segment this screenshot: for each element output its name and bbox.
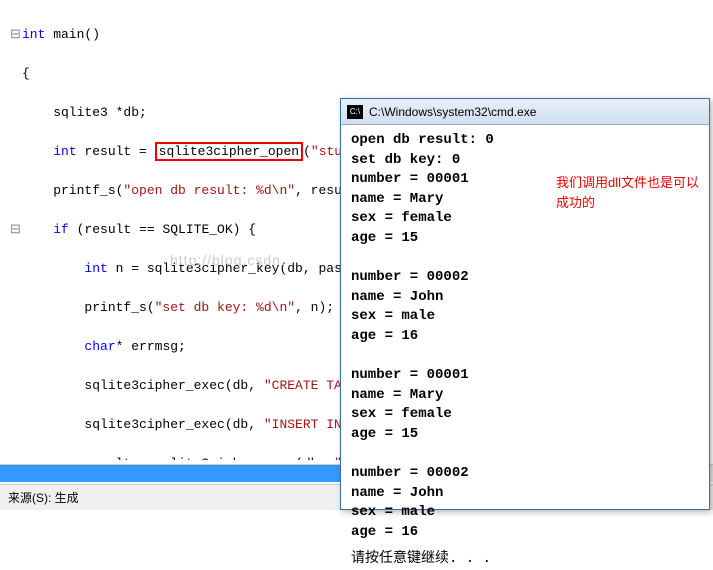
cmd-output-line: number = 00002 [351, 464, 699, 484]
cmd-output-line: age = 15 [351, 425, 699, 445]
cmd-output-line: sex = female [351, 209, 699, 229]
cmd-output-line: name = John [351, 288, 699, 308]
annotation-note: 我们调用dll文件也是可以成功的 [556, 173, 699, 212]
cmd-titlebar[interactable]: C:\ C:\Windows\system32\cmd.exe [341, 99, 709, 125]
cmd-output-line: number = 00001 [351, 366, 699, 386]
cmd-prompt: 请按任意键继续. . . [351, 550, 699, 570]
cmd-output-line [351, 445, 699, 465]
cmd-output-line [351, 249, 699, 269]
cmd-output-line: name = Mary [351, 386, 699, 406]
cmd-output-line: age = 15 [351, 229, 699, 249]
cmd-output-line: number = 00002 [351, 268, 699, 288]
cmd-output-line: open db result: 0 [351, 131, 699, 151]
watermark: http://blog.csdn. [170, 252, 286, 268]
cmd-output-line: sex = female [351, 405, 699, 425]
cmd-output-line: name = John [351, 484, 699, 504]
cmd-output-line: age = 16 [351, 327, 699, 347]
cmd-output-line: age = 16 [351, 523, 699, 543]
cmd-output: 我们调用dll文件也是可以成功的 open db result: 0set db… [341, 125, 709, 509]
cmd-output-line: sex = male [351, 307, 699, 327]
cmd-icon: C:\ [347, 105, 363, 119]
cmd-title: C:\Windows\system32\cmd.exe [369, 105, 536, 119]
cmd-output-line: sex = male [351, 503, 699, 523]
source-label: 来源(S): 生成 [8, 491, 79, 505]
scrollbar-thumb[interactable] [0, 465, 340, 482]
collapse-icon[interactable]: ⊟ [10, 25, 22, 45]
highlighted-function: sqlite3cipher_open [155, 142, 303, 161]
cmd-output-line: set db key: 0 [351, 151, 699, 171]
cmd-output-line [351, 347, 699, 367]
cmd-window[interactable]: C:\ C:\Windows\system32\cmd.exe 我们调用dll文… [340, 98, 710, 510]
